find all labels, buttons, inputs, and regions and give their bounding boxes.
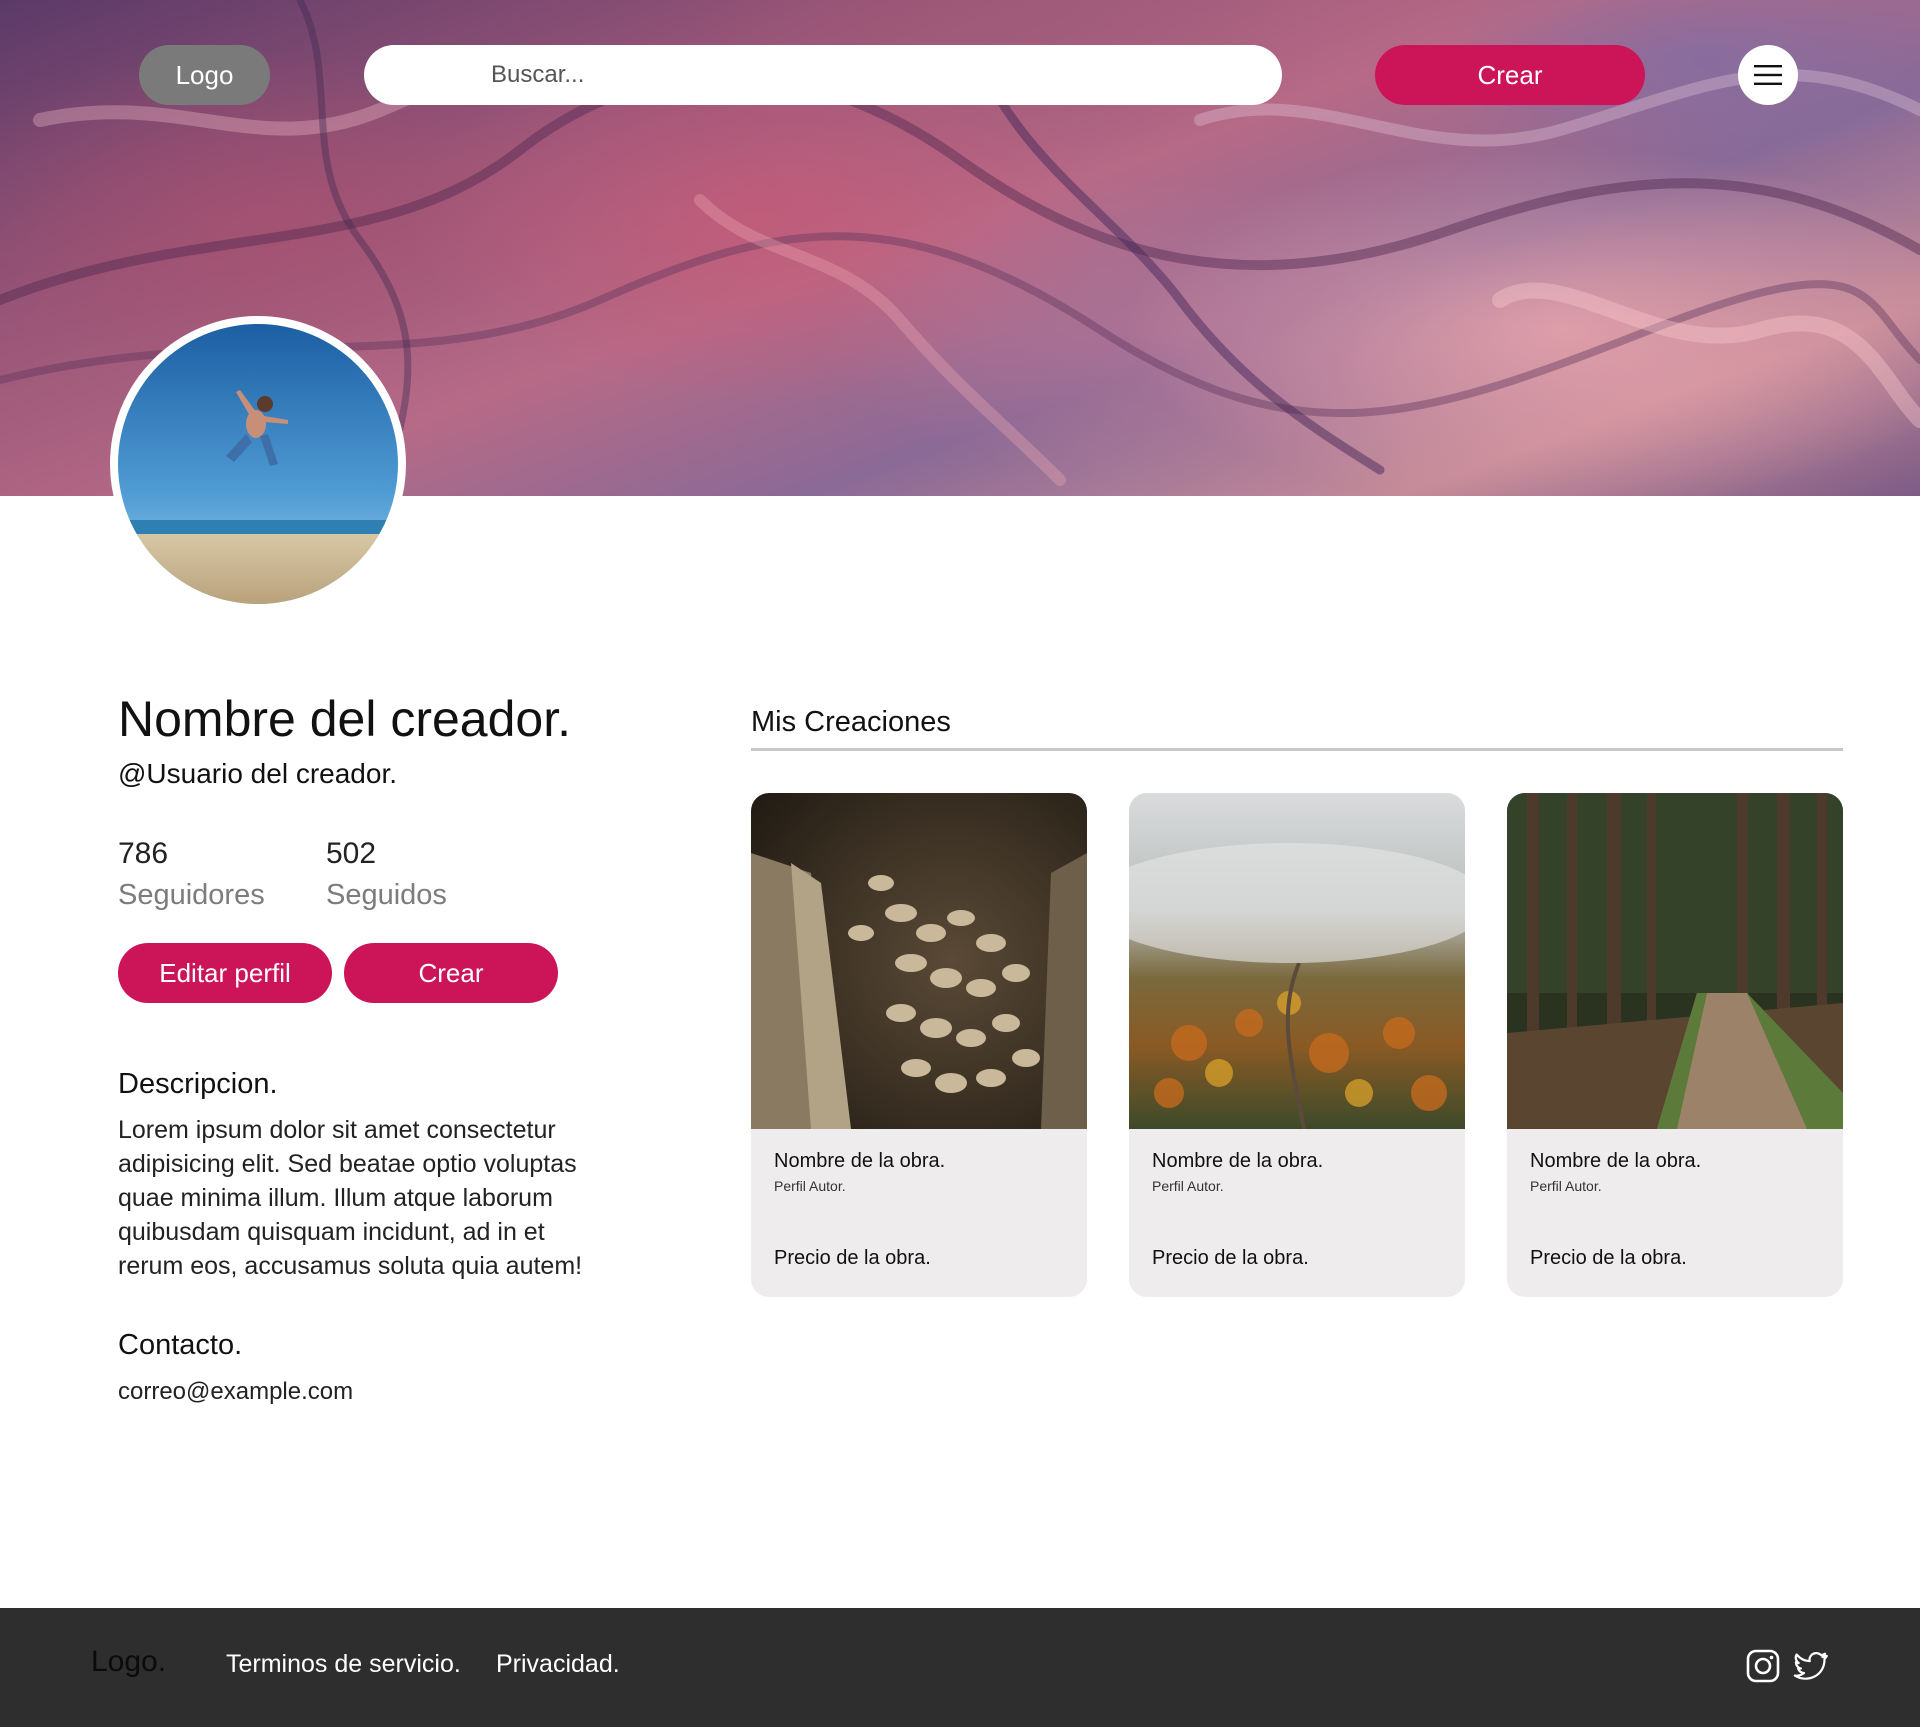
creation-card[interactable]: Nombre de la obra. Perfil Autor. Precio … [751, 793, 1087, 1297]
creation-title[interactable]: Nombre de la obra. [1152, 1150, 1323, 1173]
search-input[interactable] [364, 45, 1282, 105]
creation-image-mushrooms [751, 793, 1087, 1129]
menu-button[interactable] [1738, 45, 1798, 105]
description-heading: Descripcion. [118, 1068, 278, 1100]
creator-name: Nombre del creador. [118, 691, 572, 747]
creator-username: @Usuario del creador. [118, 758, 398, 789]
creation-title[interactable]: Nombre de la obra. [774, 1150, 945, 1173]
creation-price: Precio de la obra. [774, 1247, 931, 1269]
create-button[interactable]: Crear [344, 943, 558, 1003]
hamburger-icon [1754, 65, 1782, 85]
edit-profile-button[interactable]: Editar perfil [118, 943, 332, 1003]
profile-avatar[interactable] [110, 316, 406, 612]
creation-title[interactable]: Nombre de la obra. [1530, 1150, 1701, 1173]
twitter-icon[interactable] [1793, 1648, 1829, 1684]
creations-heading: Mis Creaciones [751, 706, 951, 738]
creation-price: Precio de la obra. [1152, 1247, 1309, 1269]
create-button-nav[interactable]: Crear [1375, 45, 1645, 105]
contact-email[interactable]: correo@example.com [118, 1378, 353, 1406]
creation-card[interactable]: Nombre de la obra. Perfil Autor. Precio … [1129, 793, 1465, 1297]
creations-divider [751, 748, 1843, 751]
search-bar[interactable] [364, 45, 1282, 105]
creation-author[interactable]: Perfil Autor. [1530, 1178, 1602, 1194]
logo-button[interactable]: Logo [139, 45, 270, 105]
privacy-link[interactable]: Privacidad. [496, 1650, 620, 1679]
instagram-icon[interactable] [1745, 1648, 1781, 1684]
footer-logo[interactable]: Logo. [91, 1645, 166, 1679]
following-count: 502 [326, 837, 377, 870]
creation-image-forest-path [1507, 793, 1843, 1129]
terms-link[interactable]: Terminos de servicio. [226, 1650, 461, 1679]
footer: Logo. Terminos de servicio. Privacidad. [0, 1608, 1920, 1727]
followers-count: 786 [118, 837, 169, 870]
contact-heading: Contacto. [118, 1329, 243, 1361]
creation-author[interactable]: Perfil Autor. [1152, 1178, 1224, 1194]
creation-author[interactable]: Perfil Autor. [774, 1178, 846, 1194]
following-label[interactable]: Seguidos [326, 879, 447, 912]
creation-image-misty-forest [1129, 793, 1465, 1129]
creation-price: Precio de la obra. [1530, 1247, 1687, 1269]
followers-label[interactable]: Seguidores [118, 879, 265, 912]
description-text: Lorem ipsum dolor sit amet consectetur a… [118, 1116, 583, 1280]
avatar-image [118, 324, 398, 604]
creation-card[interactable]: Nombre de la obra. Perfil Autor. Precio … [1507, 793, 1843, 1297]
